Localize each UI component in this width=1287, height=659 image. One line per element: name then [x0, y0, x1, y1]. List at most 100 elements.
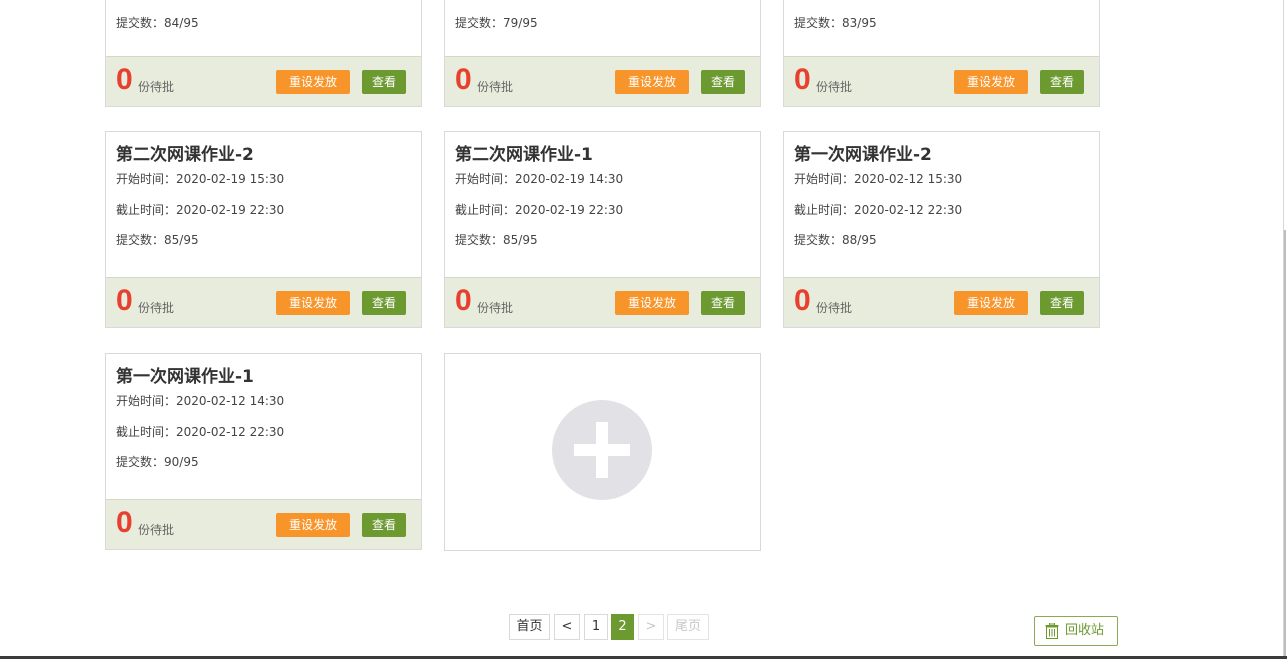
submit-count: 提交数：84/95 — [116, 16, 199, 30]
submit-label: 提交数： — [794, 16, 843, 30]
start-time: 开始时间：2020-02-12 14:30 — [116, 394, 411, 408]
submit-value: 85/95 — [164, 233, 199, 247]
pending-label: 份待批 — [138, 80, 175, 94]
card-footer: 0 份待批 重设发放 查看 — [445, 277, 760, 327]
assignment-card: 第二次网课作业-1 开始时间：2020-02-19 14:30 截止时间：202… — [444, 131, 761, 328]
submit-value: 79/95 — [503, 16, 538, 30]
start-time: 开始时间：2020-02-19 15:30 — [116, 172, 411, 186]
reset-distribute-button[interactable]: 重设发放 — [276, 291, 350, 315]
end-time: 截止时间：2020-02-19 22:30 — [116, 203, 411, 217]
end-label: 截止时间： — [794, 202, 855, 217]
pending-count: 0 — [116, 506, 133, 539]
reset-distribute-button[interactable]: 重设发放 — [276, 513, 350, 537]
reset-distribute-button[interactable]: 重设发放 — [276, 70, 350, 94]
start-label: 开始时间： — [116, 172, 177, 186]
pending-count: 0 — [794, 63, 811, 96]
assignment-title[interactable]: 第二次网课作业-1 — [455, 144, 750, 166]
recycle-bin-label: 回收站 — [1065, 623, 1105, 638]
view-button[interactable]: 查看 — [362, 70, 406, 94]
view-button[interactable]: 查看 — [362, 513, 406, 537]
reset-distribute-button[interactable]: 重设发放 — [615, 70, 689, 94]
end-time: 截止时间：2020-02-12 22:30 — [794, 203, 1089, 217]
start-label: 开始时间： — [794, 172, 855, 186]
assignment-card: 第二次网课作业-2 开始时间：2020-02-19 15:30 截止时间：202… — [105, 131, 422, 328]
scrollbar-thumb[interactable] — [1284, 230, 1286, 659]
start-value: 2020-02-12 14:30 — [176, 394, 285, 408]
assignment-title[interactable]: 第一次网课作业-1 — [116, 366, 411, 388]
end-time: 截止时间：2020-02-12 22:30 — [116, 425, 411, 439]
end-value: 2020-02-12 22:30 — [176, 424, 285, 439]
start-time: 开始时间：2020-02-12 15:30 — [794, 172, 1089, 186]
card-footer: 0 份待批 重设发放 查看 — [445, 56, 760, 106]
plus-icon[interactable] — [552, 400, 652, 500]
pending-count: 0 — [116, 284, 133, 317]
start-label: 开始时间： — [455, 172, 516, 186]
submit-count: 提交数：83/95 — [794, 16, 877, 30]
reset-distribute-button[interactable]: 重设发放 — [954, 70, 1028, 94]
pending-count: 0 — [455, 63, 472, 96]
end-value: 2020-02-19 22:30 — [515, 202, 624, 217]
assignment-title[interactable]: 第二次网课作业-2 — [116, 144, 411, 166]
assignment-card: 提交数：84/95 0 份待批 重设发放 查看 — [105, 0, 422, 107]
trash-icon — [1045, 623, 1059, 639]
submit-value: 90/95 — [164, 455, 199, 469]
card-footer: 0 份待批 重设发放 查看 — [784, 56, 1099, 106]
end-time: 截止时间：2020-02-19 22:30 — [455, 203, 750, 217]
first-page-button[interactable]: 首页 — [509, 614, 550, 640]
submit-label: 提交数： — [455, 233, 504, 247]
assignment-card: 第一次网课作业-2 开始时间：2020-02-12 15:30 截止时间：202… — [783, 131, 1100, 328]
view-button[interactable]: 查看 — [1040, 291, 1084, 315]
view-button[interactable]: 查看 — [1040, 70, 1084, 94]
plus-icon-vertical — [596, 422, 608, 478]
start-value: 2020-02-12 15:30 — [854, 172, 963, 186]
end-value: 2020-02-19 22:30 — [176, 202, 285, 217]
pending-label: 份待批 — [138, 523, 175, 537]
submit-count: 提交数：79/95 — [455, 16, 538, 30]
submit-label: 提交数： — [116, 233, 165, 247]
end-value: 2020-02-12 22:30 — [854, 202, 963, 217]
assignment-title[interactable]: 第一次网课作业-2 — [794, 144, 1089, 166]
submit-count: 提交数：85/95 — [455, 233, 750, 247]
next-page-button[interactable]: > — [638, 614, 664, 640]
assignment-card: 提交数：83/95 0 份待批 重设发放 查看 — [783, 0, 1100, 107]
card-footer: 0 份待批 重设发放 查看 — [106, 499, 421, 549]
submit-value: 85/95 — [503, 233, 538, 247]
assignment-card: 提交数：79/95 0 份待批 重设发放 查看 — [444, 0, 761, 107]
pending-label: 份待批 — [816, 80, 853, 94]
pending-count: 0 — [455, 284, 472, 317]
submit-label: 提交数： — [455, 16, 504, 30]
card-footer: 0 份待批 重设发放 查看 — [106, 56, 421, 106]
start-value: 2020-02-19 14:30 — [515, 172, 624, 186]
last-page-button[interactable]: 尾页 — [667, 614, 709, 640]
end-label: 截止时间： — [455, 202, 516, 217]
page-button-1[interactable]: 1 — [584, 614, 608, 640]
submit-label: 提交数： — [116, 455, 165, 469]
submit-label: 提交数： — [116, 16, 165, 30]
submit-label: 提交数： — [794, 233, 843, 247]
submit-value: 83/95 — [842, 16, 877, 30]
view-button[interactable]: 查看 — [701, 291, 745, 315]
pending-label: 份待批 — [477, 80, 514, 94]
submit-count: 提交数：90/95 — [116, 455, 411, 469]
end-label: 截止时间： — [116, 202, 177, 217]
pending-count: 0 — [794, 284, 811, 317]
prev-page-button[interactable]: < — [554, 614, 580, 640]
view-button[interactable]: 查看 — [362, 291, 406, 315]
submit-value: 84/95 — [164, 16, 199, 30]
recycle-bin-button[interactable]: 回收站 — [1034, 616, 1118, 646]
reset-distribute-button[interactable]: 重设发放 — [954, 291, 1028, 315]
submit-count: 提交数：88/95 — [794, 233, 1089, 247]
submit-value: 88/95 — [842, 233, 877, 247]
view-button[interactable]: 查看 — [701, 70, 745, 94]
pending-label: 份待批 — [138, 301, 175, 315]
start-time: 开始时间：2020-02-19 14:30 — [455, 172, 750, 186]
pending-count: 0 — [116, 63, 133, 96]
page-button-2[interactable]: 2 — [611, 614, 634, 640]
card-footer: 0 份待批 重设发放 查看 — [784, 277, 1099, 327]
reset-distribute-button[interactable]: 重设发放 — [615, 291, 689, 315]
end-label: 截止时间： — [116, 424, 177, 439]
start-value: 2020-02-19 15:30 — [176, 172, 285, 186]
add-assignment-card[interactable] — [444, 353, 761, 551]
start-label: 开始时间： — [116, 394, 177, 408]
pending-label: 份待批 — [477, 301, 514, 315]
